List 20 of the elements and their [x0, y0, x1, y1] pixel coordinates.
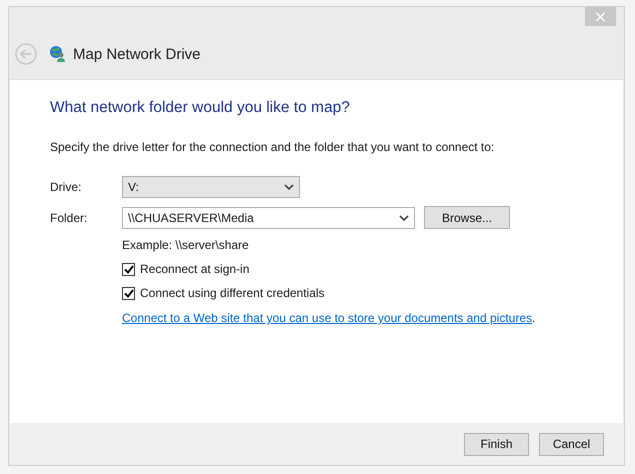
chevron-icon — [399, 214, 409, 220]
example-text: Example: \\server\share — [122, 238, 250, 252]
network-globe-icon — [49, 45, 67, 63]
checkbox-label[interactable]: Connect using different credentials — [140, 286, 325, 300]
checkbox[interactable] — [122, 262, 135, 276]
folder-combobox[interactable]: \\CHUASERVER\Media — [122, 206, 415, 228]
drive-label: Drive: — [50, 180, 82, 194]
folder-label: Folder: — [50, 210, 88, 224]
drive-dropdown[interactable]: V: — [122, 176, 300, 198]
browse-button[interactable]: Browse... — [424, 206, 510, 229]
window-title: Map Network Drive — [73, 46, 201, 62]
description-text: Specify the drive letter for the connection and the folder that you want to connect to: — [50, 140, 496, 154]
period-text: . — [532, 311, 536, 325]
dialog-button[interactable]: Finish — [464, 432, 529, 456]
heading: What network folder would you like to map? — [50, 99, 351, 117]
chevron-icon — [284, 184, 294, 190]
checkbox-label[interactable]: Reconnect at sign-in — [140, 262, 250, 276]
dialog-button[interactable]: Cancel — [539, 432, 604, 456]
checkbox[interactable] — [122, 286, 135, 300]
web-site-link[interactable]: Connect to a Web site that you can use to store your documents and pictures — [122, 311, 532, 325]
